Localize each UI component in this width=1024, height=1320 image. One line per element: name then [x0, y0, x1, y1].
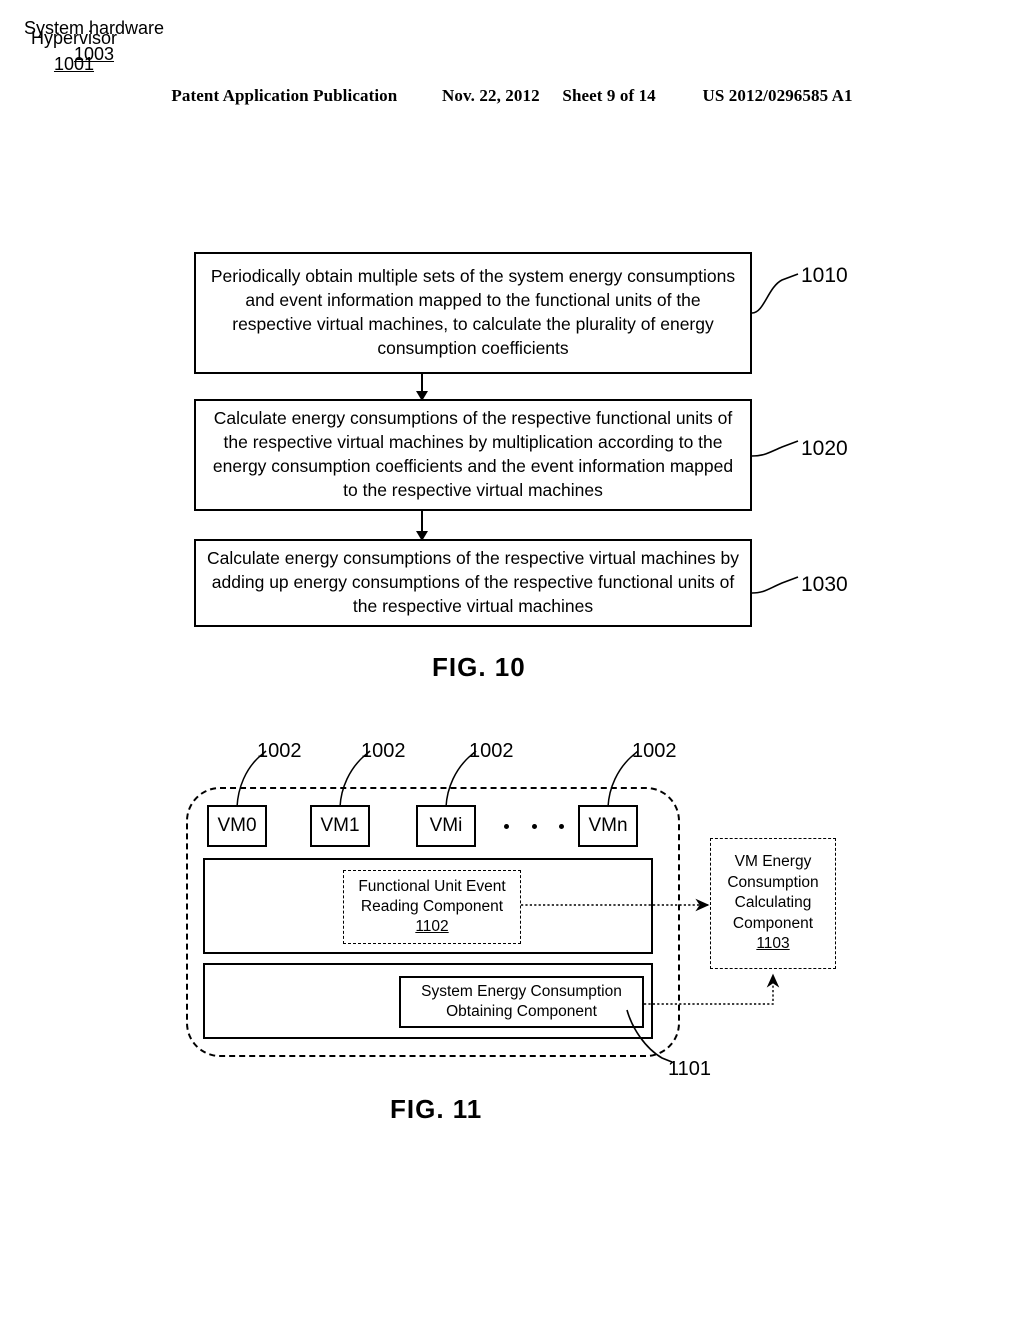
reference-number-1101: 1101: [668, 1058, 712, 1080]
figure-caption-fig11: FIG. 11: [390, 1094, 483, 1124]
fig11-connector-arrows: [521, 898, 780, 1063]
